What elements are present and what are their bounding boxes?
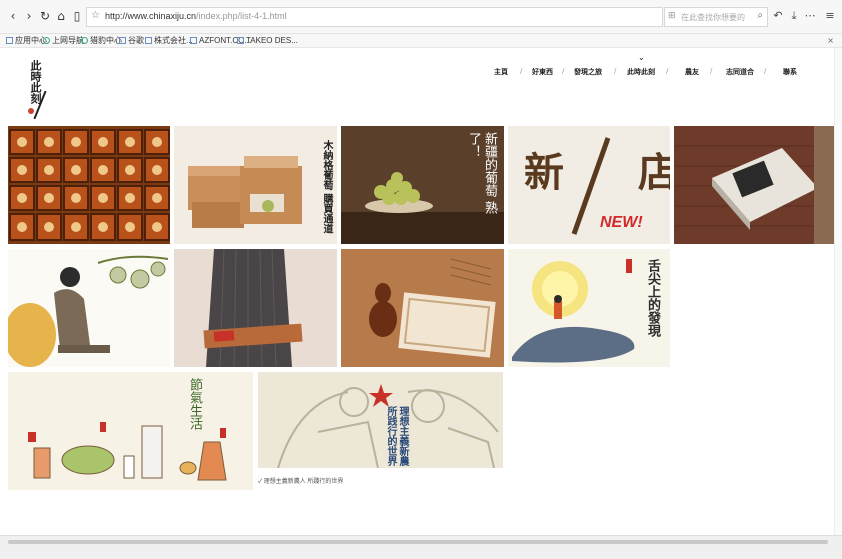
person-package-image bbox=[174, 249, 337, 367]
tile-gourd-carving[interactable] bbox=[341, 249, 504, 367]
vertical-scrollbar[interactable] bbox=[834, 48, 842, 535]
gourd-carving-image bbox=[341, 249, 504, 367]
bookmark-item[interactable]: TAKEO DES... bbox=[237, 36, 298, 46]
scrollbar-thumb[interactable] bbox=[8, 540, 828, 544]
forward-icon[interactable]: › bbox=[22, 9, 36, 23]
bookmarks-bar: 应用中心 上网导航 猎豹中心 谷歌 株式会社... AZFONT.CO... T… bbox=[0, 34, 842, 48]
nav-active-marker-icon: ⌄ bbox=[638, 53, 645, 62]
honey-jars-image bbox=[8, 126, 170, 244]
reader-icon[interactable]: ▯ bbox=[70, 9, 84, 23]
undo-icon[interactable]: ↶ bbox=[772, 9, 784, 23]
bookmark-page-icon bbox=[119, 37, 126, 44]
tile-idealism-text: 理想主義新農 所践行的世界 bbox=[385, 406, 408, 466]
search-icon[interactable]: ⌕ bbox=[757, 10, 763, 21]
browser-window: ‹ › ↻ ⌂ ▯ ☆ http://www.chinaxiju.cn/inde… bbox=[0, 0, 842, 559]
horizontal-scrollbar[interactable] bbox=[0, 535, 842, 559]
home-icon[interactable]: ⌂ bbox=[54, 9, 68, 23]
nav-separator: / bbox=[562, 67, 565, 75]
bookmark-star-icon[interactable]: ☆ bbox=[91, 10, 100, 21]
book-image bbox=[674, 126, 834, 244]
girl-illustration-image bbox=[8, 249, 170, 367]
tile-new-store-text: 新 店 bbox=[524, 149, 670, 196]
close-icon[interactable]: × bbox=[827, 36, 834, 45]
logo-dot bbox=[28, 108, 34, 114]
tile-seasonal-life[interactable]: 節氣生活 bbox=[8, 372, 253, 490]
menu-icon[interactable]: ≡ bbox=[824, 9, 836, 23]
tile-girl-illustration[interactable] bbox=[8, 249, 170, 367]
bookmark-item[interactable]: 上网导航 bbox=[43, 36, 84, 46]
page-content: 此時此刻 ⌄ 主頁 / 好東西 / 發現之旅 / 此時此刻 / 農友 / 志同道… bbox=[0, 48, 842, 535]
bookmark-page-icon bbox=[190, 37, 197, 44]
nav-item-home[interactable]: 主頁 bbox=[494, 67, 508, 77]
bookmark-folder-icon bbox=[6, 37, 13, 44]
tile-green-grapes[interactable]: 新疆的葡萄 熟了！ bbox=[341, 126, 504, 244]
nav-item-now[interactable]: 此時此刻 bbox=[627, 67, 655, 77]
tile-honey-jars[interactable] bbox=[8, 126, 170, 244]
tile-tongue-whale-text: 舌尖上的發現 bbox=[645, 259, 660, 337]
more-icon[interactable]: ⋯ bbox=[804, 9, 816, 23]
nav-separator: / bbox=[764, 67, 767, 75]
bookmark-item[interactable]: 株式会社... bbox=[145, 36, 193, 46]
nav-item-goods[interactable]: 好東西 bbox=[532, 67, 553, 77]
main-nav: 主頁 / 好東西 / 發現之旅 / 此時此刻 / 農友 / 志同道合 / 聯系 bbox=[490, 67, 810, 81]
bookmark-page-icon bbox=[237, 37, 244, 44]
nav-item-discovery[interactable]: 發現之旅 bbox=[574, 67, 602, 77]
tile-person-package[interactable] bbox=[174, 249, 337, 367]
tile-new-store-badge: NEW! bbox=[600, 214, 643, 231]
tile-grape-boxes-text: 木納格葡萄 購買通道 bbox=[321, 140, 332, 234]
tile-grape-boxes[interactable]: 木納格葡萄 購買通道 bbox=[174, 126, 337, 244]
search-input[interactable]: ⊞ 在此查找你想要的 ⌕ bbox=[664, 7, 768, 27]
back-icon[interactable]: ‹ bbox=[6, 9, 20, 23]
nav-item-partners[interactable]: 志同道合 bbox=[726, 67, 754, 77]
seasonal-life-image bbox=[8, 372, 253, 490]
url-bar[interactable]: ☆ http://www.chinaxiju.cn/index.php/list… bbox=[86, 7, 663, 27]
tile-book[interactable] bbox=[674, 126, 834, 244]
search-placeholder: 在此查找你想要的 bbox=[681, 13, 745, 22]
tile-seasonal-life-text: 節氣生活 bbox=[187, 378, 202, 430]
tile-tongue-whale[interactable]: 舌尖上的發現 bbox=[508, 249, 670, 367]
bookmark-item[interactable]: 猎豹中心 bbox=[81, 36, 122, 46]
nav-separator: / bbox=[710, 67, 713, 75]
search-engine-icon: ⊞ bbox=[668, 11, 676, 21]
bookmark-site-icon bbox=[43, 37, 50, 44]
reload-icon[interactable]: ↻ bbox=[38, 9, 52, 23]
address-toolbar: ‹ › ↻ ⌂ ▯ ☆ http://www.chinaxiju.cn/inde… bbox=[0, 0, 842, 34]
tile-green-grapes-text: 新疆的葡萄 熟了！ bbox=[466, 132, 497, 215]
bookmark-item[interactable]: 谷歌 bbox=[119, 36, 144, 46]
bookmark-page-icon bbox=[145, 37, 152, 44]
nav-separator: / bbox=[666, 67, 669, 75]
logo-text: 此時此刻 bbox=[29, 60, 42, 104]
tile-new-store[interactable]: 新 店 NEW! bbox=[508, 126, 670, 244]
url-text[interactable]: http://www.chinaxiju.cn/index.php/list-4… bbox=[105, 11, 287, 21]
nav-item-farmers[interactable]: 農友 bbox=[685, 67, 699, 77]
site-logo[interactable]: 此時此刻 bbox=[25, 56, 55, 126]
nav-separator: / bbox=[520, 67, 523, 75]
tile-idealism[interactable]: 理想主義新農 所践行的世界 bbox=[258, 372, 503, 468]
tile-idealism-caption[interactable]: ✓ 理想主義新農人 所踐行的世界 bbox=[258, 476, 343, 485]
download-icon[interactable]: ⤓ bbox=[788, 9, 800, 23]
nav-item-contact[interactable]: 聯系 bbox=[783, 67, 797, 77]
bookmark-site-icon bbox=[81, 37, 88, 44]
bookmark-item[interactable]: 应用中心 bbox=[6, 36, 47, 46]
nav-separator: / bbox=[614, 67, 617, 75]
